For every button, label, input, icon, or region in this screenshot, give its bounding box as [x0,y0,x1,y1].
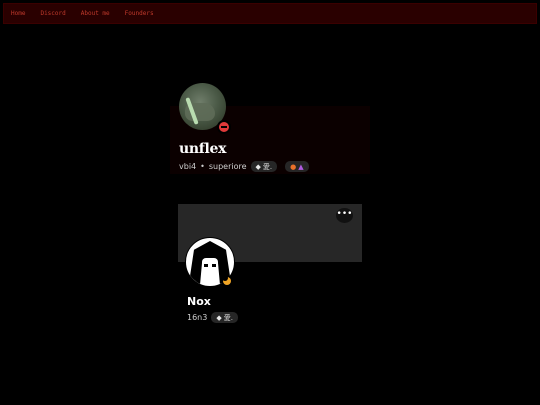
separator-dot: • [200,162,205,171]
nav-about-link[interactable]: About me [81,3,110,24]
profile-subline: 16n3 ◆ 愛. [187,311,238,324]
profile-badges[interactable]: ● ▲ [285,161,309,172]
clan-tag-text: 愛. [262,162,273,171]
fire-icon: ● [290,162,297,171]
dnd-status-icon [217,120,231,134]
profile-name: Nox [187,295,211,308]
more-options-button[interactable]: ••• [336,208,353,223]
avatar-image-eye [212,264,216,267]
more-icon: ••• [336,209,353,219]
avatar-image-face [202,258,218,278]
page: Home Discord About me Founders unflex vb… [0,0,540,405]
triangle-icon: ▲ [298,162,304,171]
idle-status-icon [221,275,233,287]
profile-handle: 16n3 [187,313,208,322]
top-nav: Home Discord About me Founders [3,3,537,24]
clan-tag-badge[interactable]: ◆ 愛. [250,161,278,172]
clan-tag-text: 愛. [223,313,233,322]
profile-name: unflex [179,141,227,157]
avatar-image-eye [204,264,208,267]
profile-subline: vbi4 • superiore ◆ 愛. ● ▲ [179,160,309,173]
nav-discord-link[interactable]: Discord [40,3,65,24]
clan-tag-badge[interactable]: ◆ 愛. [211,312,238,323]
gem-icon: ◆ [255,162,261,171]
profile-handle: vbi4 [179,162,197,171]
gem-icon: ◆ [216,313,222,322]
profile-tagline: superiore [208,162,247,171]
nav-home-link[interactable]: Home [11,3,25,24]
nav-founders-link[interactable]: Founders [125,3,154,24]
